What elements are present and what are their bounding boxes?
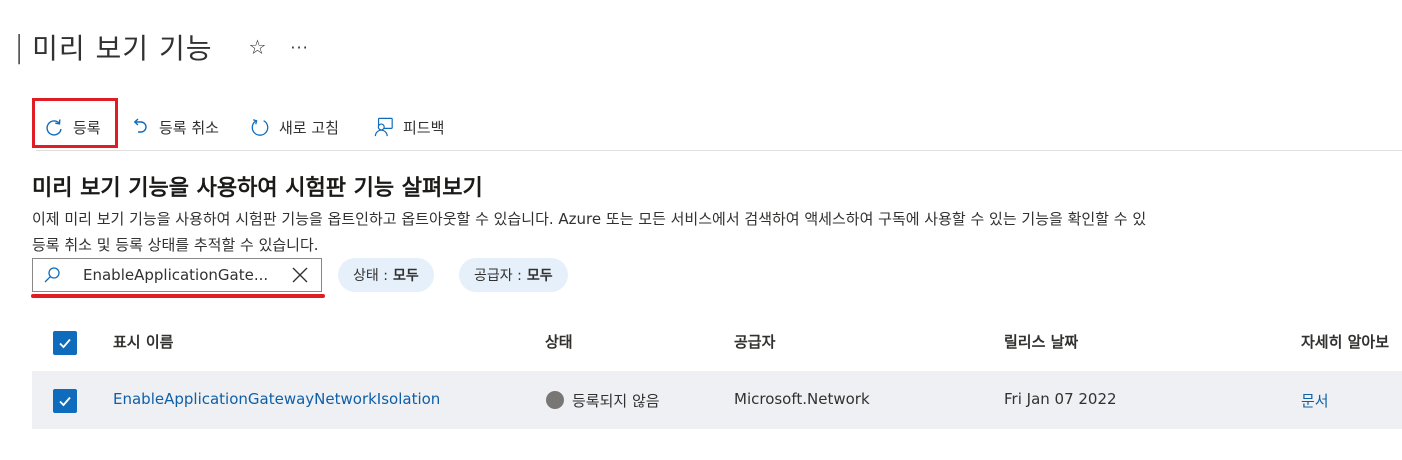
checkmark-icon (59, 338, 71, 349)
feature-provider: Microsoft.Network (734, 390, 870, 408)
publisher-filter-pill[interactable]: 공급자 : 모두 (459, 258, 568, 292)
checkmark-icon (59, 396, 71, 407)
preview-features-page: | 미리 보기 기능 ☆ ··· 등록 등록 취소 새로 고침 피드백 미리 보… (0, 0, 1402, 460)
feedback-label: 피드백 (403, 118, 445, 137)
documentation-link[interactable]: 문서 (1301, 390, 1329, 411)
search-highlight-annotation (31, 294, 325, 298)
column-header-learn-more[interactable]: 자세히 알아보 (1301, 331, 1389, 352)
feature-status: 등록되지 않음 (546, 390, 660, 411)
publisher-filter-value: 모두 (526, 268, 553, 284)
unregister-button[interactable]: 등록 취소 (130, 114, 219, 140)
status-filter-value: 모두 (392, 268, 419, 284)
clear-search-icon[interactable] (291, 266, 309, 284)
status-filter-pill[interactable]: 상태 : 모두 (338, 258, 434, 292)
status-dot-icon (546, 390, 564, 409)
row-checkbox[interactable] (53, 389, 77, 413)
unregister-undo-icon (133, 118, 147, 133)
refresh-button[interactable]: 새로 고침 (250, 114, 339, 140)
search-input-value: EnableApplicationGate... (83, 266, 269, 284)
section-heading: 미리 보기 기능을 사용하여 시험판 기능 살펴보기 (32, 176, 483, 201)
feature-status-text: 등록되지 않음 (572, 392, 660, 410)
column-header-release-date[interactable]: 릴리스 날짜 (1004, 331, 1078, 352)
description-line-1: 이제 미리 보기 기능을 사용하여 시험판 기능을 옵트인하고 옵트아웃할 수 … (32, 210, 1147, 228)
select-all-checkbox[interactable] (53, 331, 77, 355)
register-highlight-annotation (32, 98, 118, 148)
title-separator: | (14, 29, 25, 65)
title-bar: | 미리 보기 기능 ☆ ··· (0, 22, 309, 72)
column-header-name[interactable]: 표시 이름 (113, 331, 173, 352)
feature-release-date: Fri Jan 07 2022 (1004, 390, 1117, 408)
search-input[interactable]: EnableApplicationGate... (32, 258, 322, 292)
more-options-button[interactable]: ··· (290, 38, 308, 57)
column-header-provider[interactable]: 공급자 (734, 331, 775, 352)
status-filter-label: 상태 : (353, 268, 388, 284)
command-bar: 등록 등록 취소 새로 고침 피드백 (36, 104, 1402, 151)
search-icon (44, 267, 60, 283)
section-description: 이제 미리 보기 기능을 사용하여 시험판 기능을 옵트인하고 옵트아웃할 수 … (32, 206, 1146, 258)
unregister-label: 등록 취소 (159, 118, 219, 137)
publisher-filter-label: 공급자 : (474, 268, 522, 284)
feedback-person-icon (374, 117, 393, 137)
page-title: 미리 보기 기능 (32, 32, 213, 65)
favorite-star-icon[interactable]: ☆ (248, 35, 266, 59)
feature-name-link[interactable]: EnableApplicationGatewayNetworkIsolation (113, 390, 440, 408)
refresh-label: 새로 고침 (279, 118, 339, 137)
column-header-status[interactable]: 상태 (545, 331, 573, 352)
feedback-button[interactable]: 피드백 (374, 114, 444, 140)
refresh-icon (251, 119, 269, 136)
description-line-2: 등록 취소 및 등록 상태를 추적할 수 있습니다. (32, 236, 319, 254)
